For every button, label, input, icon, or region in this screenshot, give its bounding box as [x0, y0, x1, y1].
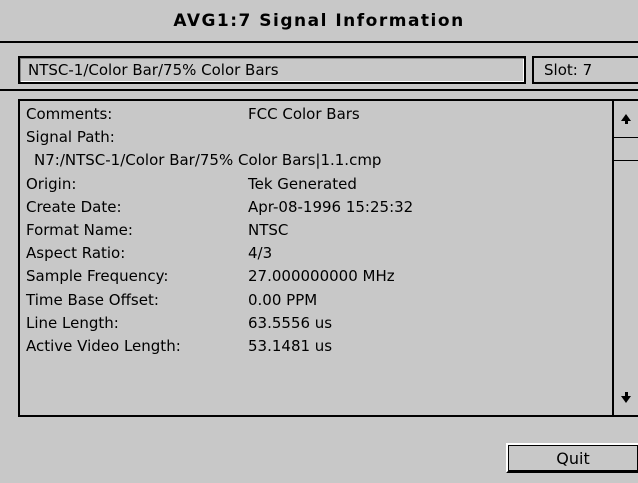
active-video-length-label: Active Video Length:	[26, 336, 181, 355]
origin-value: Tek Generated	[248, 174, 357, 193]
signal-path-value-row: N7:/NTSC-1/Color Bar/75% Color Bars|1.1.…	[26, 149, 606, 172]
time-base-offset-label: Time Base Offset:	[26, 290, 159, 309]
active-video-length-row: Active Video Length: 53.1481 us	[26, 335, 606, 358]
comments-value: FCC Color Bars	[248, 105, 360, 123]
active-video-length-value: 53.1481 us	[248, 336, 333, 355]
aspect-ratio-label: Aspect Ratio:	[26, 244, 126, 263]
sample-frequency-label: Sample Frequency:	[26, 267, 169, 286]
details-panel: Comments: FCC Color Bars Signal Path: N7…	[18, 99, 638, 417]
arrow-down-icon	[621, 391, 631, 403]
format-name-value: NTSC	[248, 220, 289, 239]
time-base-offset-row: Time Base Offset: 0.00 PPM	[26, 289, 606, 312]
comments-row: Comments: FCC Color Bars	[26, 103, 606, 126]
sample-frequency-row: Sample Frequency: 27.000000000 MHz	[26, 265, 606, 288]
aspect-ratio-row: Aspect Ratio: 4/3	[26, 242, 606, 265]
slot-indicator: Slot: 7	[532, 56, 638, 84]
create-date-row: Create Date: Apr-08-1996 15:25:32	[26, 196, 606, 219]
signal-path-value: N7:/NTSC-1/Color Bar/75% Color Bars|1.1.…	[34, 151, 382, 170]
scroll-up-button[interactable]	[614, 103, 638, 131]
quit-button[interactable]: Quit	[506, 443, 638, 473]
create-date-label: Create Date:	[26, 197, 122, 216]
create-date-value: Apr-08-1996 15:25:32	[248, 197, 414, 216]
origin-label: Origin:	[26, 174, 77, 193]
scroll-thumb[interactable]	[614, 137, 638, 161]
source-name-field: NTSC-1/Color Bar/75% Color Bars	[18, 56, 526, 84]
format-name-label: Format Name:	[26, 220, 133, 239]
details-list: Comments: FCC Color Bars Signal Path: N7…	[26, 103, 606, 358]
arrow-up-icon	[621, 113, 631, 124]
signal-path-label: Signal Path:	[26, 128, 115, 147]
origin-row: Origin: Tek Generated	[26, 173, 606, 196]
format-name-row: Format Name: NTSC	[26, 219, 606, 242]
comments-label: Comments:	[26, 105, 113, 123]
signal-information-window: AVG1:7 Signal Information NTSC-1/Color B…	[0, 0, 638, 483]
signal-path-row: Signal Path:	[26, 126, 606, 149]
line-length-value: 63.5556 us	[248, 313, 333, 332]
line-length-label: Line Length:	[26, 313, 119, 332]
time-base-offset-value: 0.00 PPM	[248, 290, 318, 309]
window-title: AVG1:7 Signal Information	[0, 0, 638, 43]
sample-frequency-value: 27.000000000 MHz	[248, 267, 395, 286]
header-divider	[0, 89, 638, 91]
scroll-down-button[interactable]	[614, 385, 638, 413]
vertical-scrollbar[interactable]	[612, 101, 638, 415]
line-length-row: Line Length: 63.5556 us	[26, 312, 606, 335]
aspect-ratio-value: 4/3	[248, 244, 273, 263]
